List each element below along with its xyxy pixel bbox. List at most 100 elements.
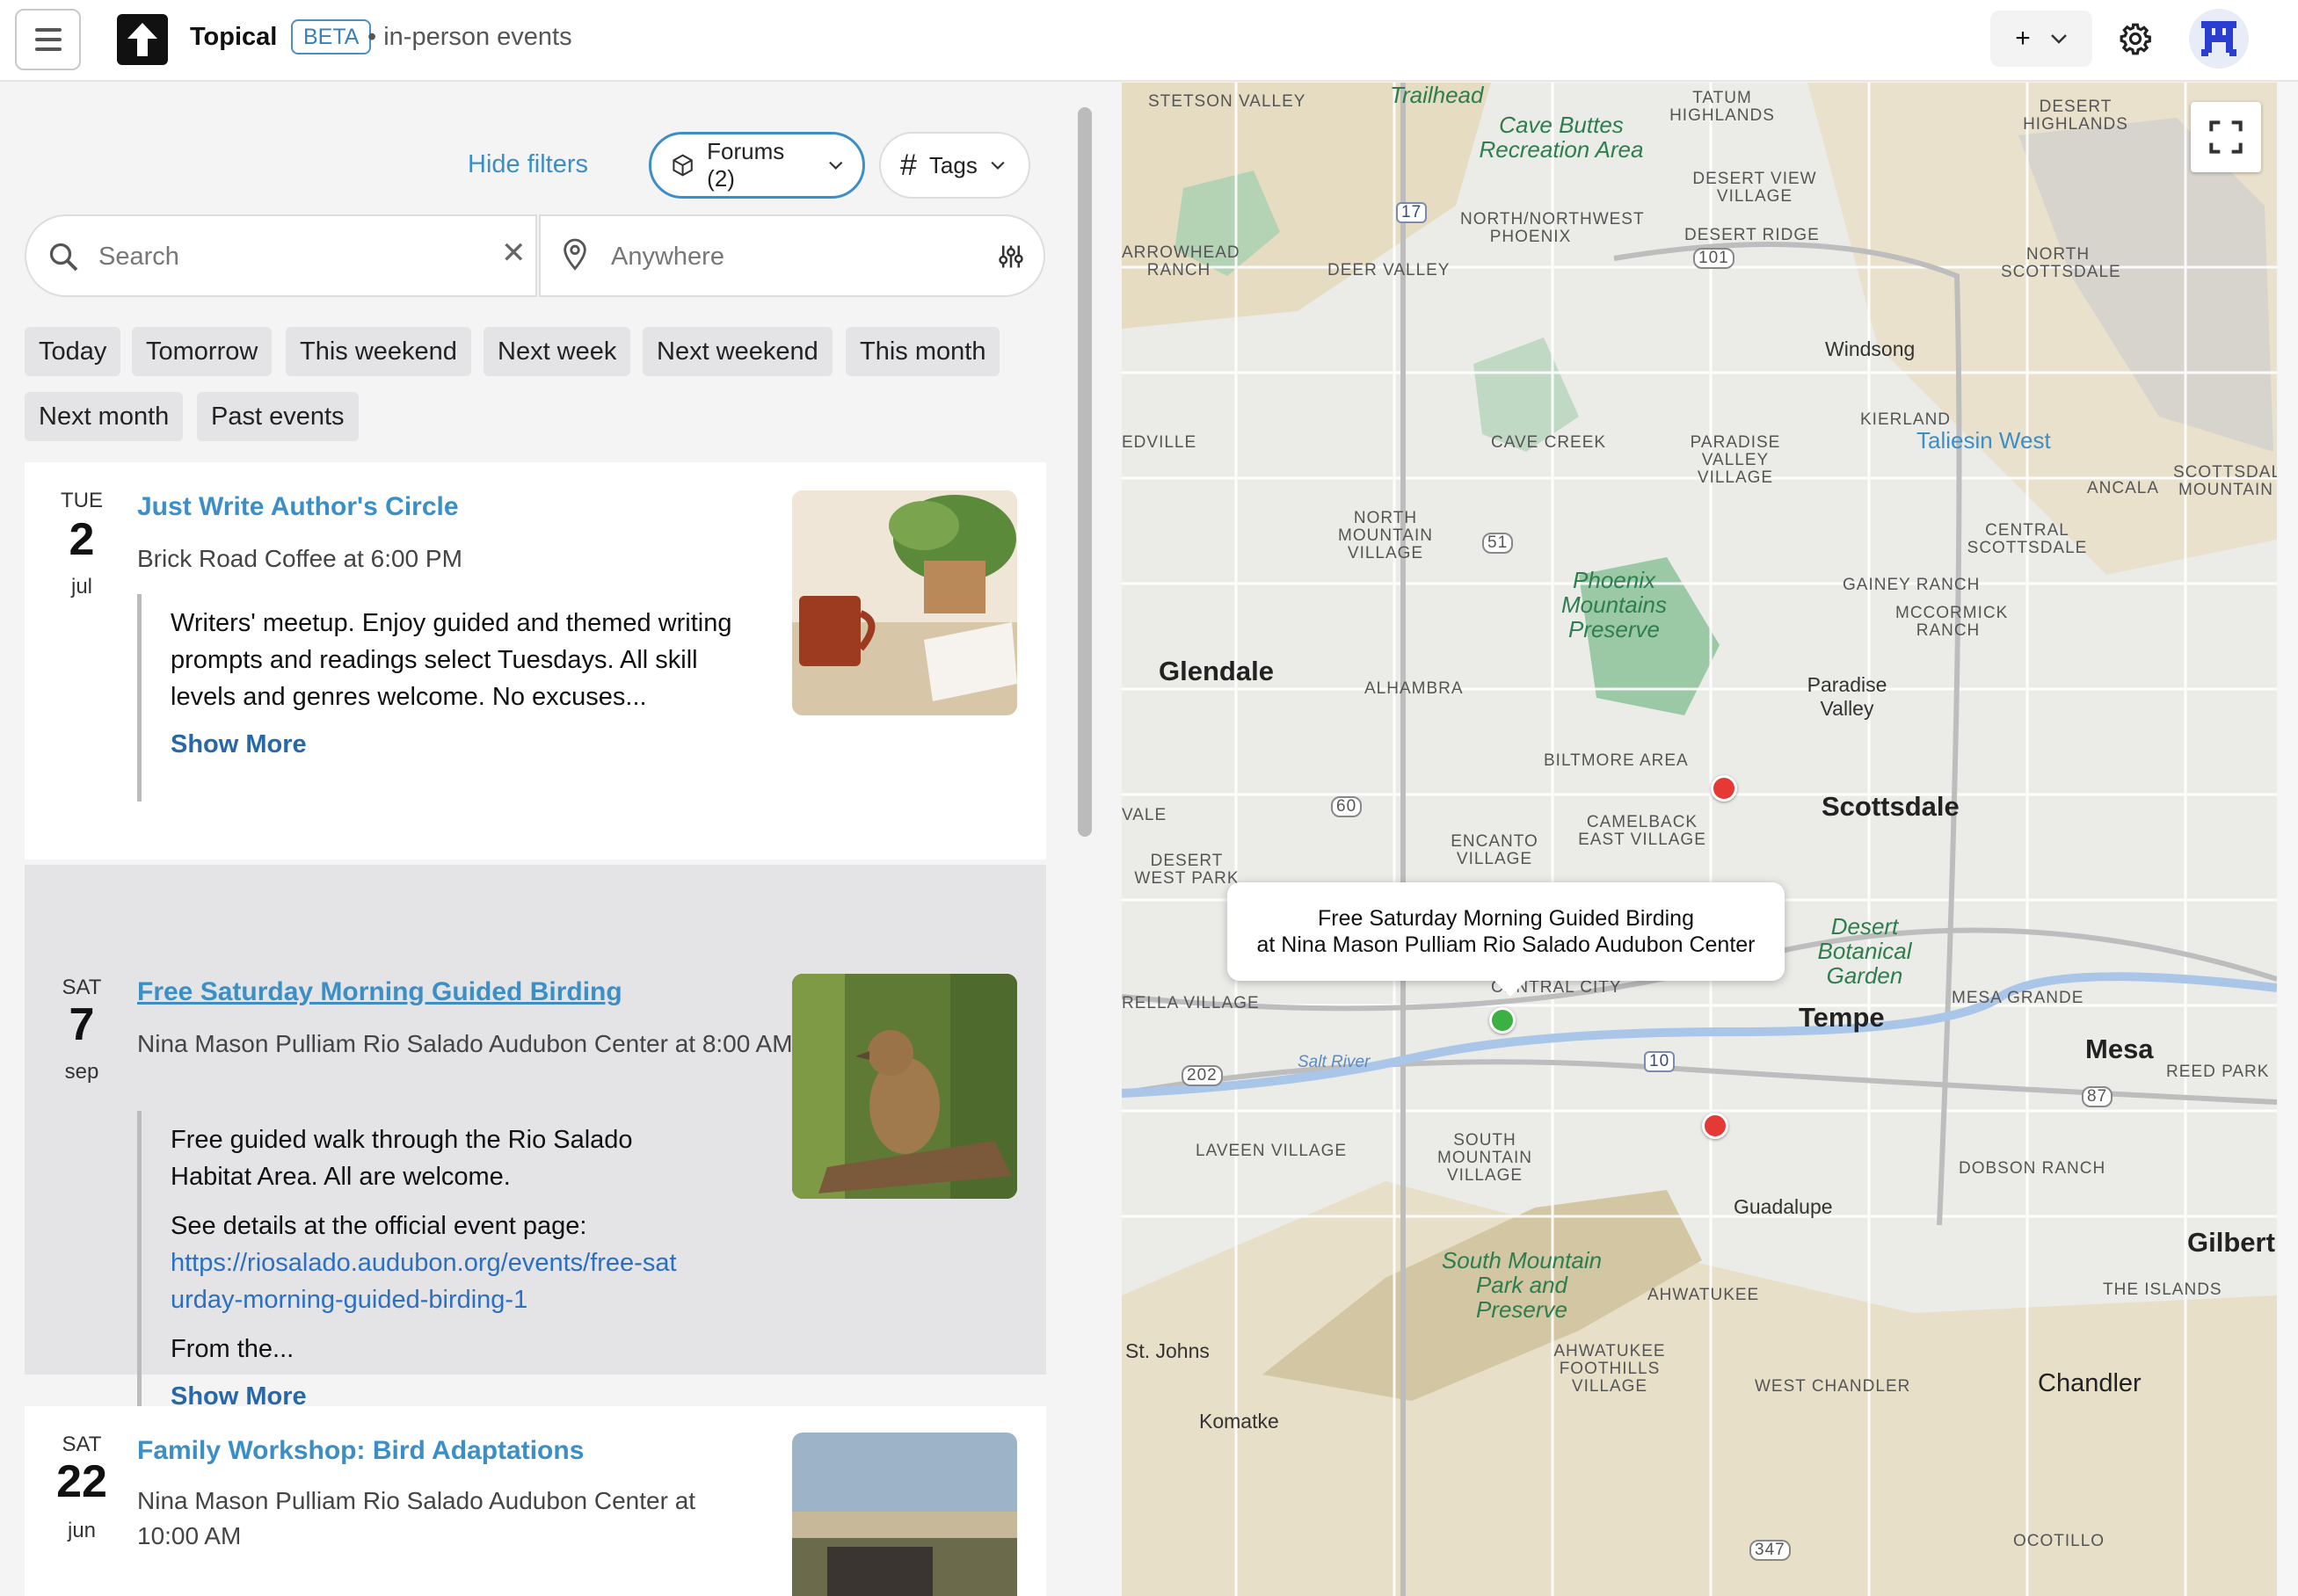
- add-menu-button[interactable]: +: [1990, 11, 2092, 67]
- event-description-text: Writers' meetup. Enjoy guided and themed…: [171, 609, 732, 711]
- show-more-link[interactable]: Show More: [171, 726, 770, 763]
- map-district: STETSON VALLEY: [1148, 92, 1306, 111]
- event-description: Free guided walk through the Rio Salado …: [137, 1111, 770, 1441]
- map-district: REED PARK: [2166, 1063, 2270, 1081]
- event-weekday: SAT: [62, 1433, 102, 1456]
- map-district: MESA GRANDE: [1952, 989, 2084, 1007]
- map-district: THE ISLANDS: [2103, 1280, 2222, 1299]
- events-panel: Hide filters Forums (2) # Tags Search ✕ …: [0, 83, 1074, 1596]
- map-town: Windsong: [1825, 337, 1916, 360]
- map-district: ANCALA: [2087, 479, 2160, 497]
- hide-filters-link[interactable]: Hide filters: [468, 150, 588, 179]
- app-subtitle: • in-person events: [367, 23, 572, 51]
- map-district: DEER VALLEY: [1327, 261, 1451, 279]
- events-map[interactable]: Trailhead STETSON VALLEY TATUM HIGHLANDS…: [1122, 83, 2277, 1596]
- event-month: jul: [70, 575, 92, 598]
- user-avatar[interactable]: [2189, 9, 2249, 69]
- map-district: VALE: [1122, 806, 1167, 824]
- map-district: GAINEY RANCH: [1843, 576, 1981, 594]
- desert-city-image: [792, 1433, 1017, 1596]
- topical-logo[interactable]: [117, 14, 168, 65]
- event-weekday: TUE: [61, 489, 103, 512]
- event-card-selected[interactable]: SAT 7 sep Free Saturday Morning Guided B…: [25, 865, 1046, 1441]
- chip-next-month[interactable]: Next month: [25, 392, 184, 441]
- event-image[interactable]: [792, 1433, 1017, 1596]
- bird-image: [792, 974, 1017, 1199]
- event-title[interactable]: Family Workshop: Bird Adaptations: [137, 1436, 584, 1466]
- map-district: AHWATUKEE: [1647, 1286, 1760, 1304]
- popup-venue: at Nina Mason Pulliam Rio Salado Audubon…: [1256, 932, 1756, 957]
- map-city-chandler: Chandler: [2038, 1369, 2142, 1397]
- app-title: Topical: [190, 23, 278, 51]
- tags-filter-button[interactable]: # Tags: [879, 132, 1030, 199]
- clear-search-icon[interactable]: ✕: [501, 236, 527, 271]
- avatar-pattern-icon: [2201, 21, 2236, 56]
- event-venue: Nina Mason Pulliam Rio Salado Audubon Ce…: [137, 1030, 793, 1057]
- map-district: ALHAMBRA: [1364, 679, 1464, 698]
- location-placeholder: Anywhere: [611, 243, 724, 271]
- map-district: DESERT HIGHLANDS: [2023, 98, 2128, 134]
- map-city-tempe: Tempe: [1799, 1002, 1885, 1033]
- fullscreen-button[interactable]: [2191, 102, 2261, 172]
- event-description-text: Free guided walk through the Rio Salado …: [171, 1126, 633, 1191]
- location-input[interactable]: Anywhere: [539, 214, 1045, 297]
- menu-icon: [34, 28, 62, 32]
- map-district: DESERT WEST PARK: [1134, 852, 1240, 888]
- route-shield: 60: [1331, 796, 1363, 817]
- gear-icon[interactable]: [2119, 22, 2152, 55]
- chip-this-weekend[interactable]: This weekend: [286, 327, 471, 376]
- map-district: MCCORMICK RANCH: [1895, 604, 2009, 640]
- map-marker-selected-event[interactable]: [1489, 1007, 1516, 1034]
- map-district: CENTRAL SCOTTSDALE: [1967, 521, 2088, 557]
- event-venue: Brick Road Coffee at 6:00 PM: [137, 545, 462, 572]
- event-description-more: From the...: [171, 1335, 295, 1363]
- chip-next-weekend[interactable]: Next weekend: [643, 327, 833, 376]
- fullscreen-icon: [2209, 120, 2243, 154]
- event-image[interactable]: [792, 490, 1017, 715]
- page-scrollbar[interactable]: [2279, 83, 2298, 1596]
- map-town: Paradise Valley: [1807, 673, 1887, 720]
- map-district: RELLA VILLAGE: [1122, 994, 1260, 1012]
- map-marker-event[interactable]: [1711, 775, 1737, 802]
- chip-today[interactable]: Today: [25, 327, 121, 376]
- map-district: EDVILLE: [1122, 433, 1197, 452]
- event-description: Writers' meetup. Enjoy guided and themed…: [137, 594, 770, 802]
- chip-tomorrow[interactable]: Tomorrow: [132, 327, 273, 376]
- map-district: NORTH SCOTTSDALE: [2001, 245, 2121, 281]
- map-park-south-mountain: South Mountain Park and Preserve: [1441, 1247, 1603, 1323]
- map-river-label: Salt River: [1298, 1053, 1371, 1071]
- chevron-down-icon: [2050, 34, 2067, 44]
- chevron-down-icon: [991, 161, 1005, 170]
- hamburger-menu-button[interactable]: [15, 9, 81, 70]
- event-card[interactable]: TUE 2 jul Just Write Author's Circle Bri…: [25, 462, 1046, 860]
- search-input[interactable]: Search ✕: [25, 214, 537, 297]
- event-title[interactable]: Free Saturday Morning Guided Birding: [137, 977, 622, 1007]
- map-event-popup[interactable]: Free Saturday Morning Guided Birding at …: [1227, 882, 1785, 997]
- sliders-icon[interactable]: [998, 243, 1024, 271]
- map-town: Komatke: [1199, 1410, 1279, 1433]
- map-district: WEST CHANDLER: [1755, 1377, 1911, 1396]
- route-shield: 347: [1749, 1540, 1791, 1561]
- forums-label: Forums (2): [707, 138, 785, 192]
- event-description-details: See details at the official event page:: [171, 1212, 587, 1240]
- event-day: 2: [69, 514, 95, 565]
- forums-filter-button[interactable]: Forums (2): [649, 132, 865, 199]
- map-marker-event[interactable]: [1702, 1113, 1728, 1139]
- map-town: Guadalupe: [1734, 1195, 1833, 1218]
- events-scrollbar[interactable]: [1078, 107, 1092, 837]
- map-district: DOBSON RANCH: [1959, 1159, 2106, 1178]
- map-place-taliesin-west: Taliesin West: [1916, 427, 2051, 453]
- event-title[interactable]: Just Write Author's Circle: [137, 492, 459, 522]
- event-image[interactable]: [792, 974, 1017, 1199]
- chip-next-week[interactable]: Next week: [484, 327, 631, 376]
- map-park-desert-botanical: Desert Botanical Garden: [1817, 913, 1912, 989]
- chip-this-month[interactable]: This month: [846, 327, 1000, 376]
- map-district: DESERT VIEW VILLAGE: [1692, 170, 1817, 206]
- event-card[interactable]: SAT 22 jun Family Workshop: Bird Adaptat…: [25, 1406, 1046, 1596]
- map-district: DESERT RIDGE: [1684, 226, 1820, 244]
- route-shield: 101: [1693, 248, 1734, 269]
- map-district: CAVE CREEK: [1491, 433, 1607, 452]
- popup-title: Free Saturday Morning Guided Birding: [1317, 906, 1694, 931]
- chip-past-events[interactable]: Past events: [197, 392, 359, 441]
- event-url-link[interactable]: https://riosalado.audubon.org/events/fre…: [171, 1244, 680, 1318]
